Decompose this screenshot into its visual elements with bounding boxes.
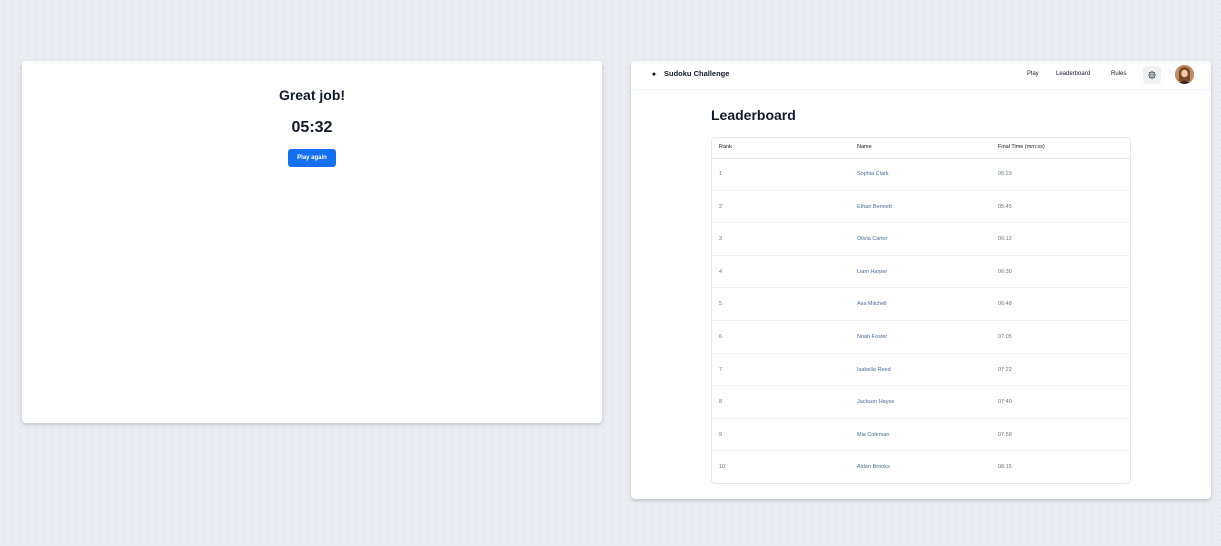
table-header: Rank Name Final Time (mm:ss) <box>712 138 1130 159</box>
rank-cell: 3 <box>719 236 723 243</box>
column-header-time[interactable]: Final Time (mm:ss) <box>998 144 1045 150</box>
leaderboard-table: Rank Name Final Time (mm:ss) 1 Sophia Cl… <box>711 137 1131 484</box>
play-again-button[interactable]: Play again <box>288 149 336 167</box>
column-header-name[interactable]: Name <box>857 144 872 150</box>
player-name-link[interactable]: Sophia Clark <box>857 171 889 177</box>
player-name-link[interactable]: Noah Foster <box>857 334 887 340</box>
time-cell: 07:22 <box>998 366 1012 373</box>
table-body: 1 Sophia Clark 05:23 2 Ethan Bennett 05:… <box>712 158 1130 483</box>
table-row: 6 Noah Foster 07:05 <box>712 321 1130 354</box>
time-cell: 05:23 <box>998 171 1012 177</box>
rank-cell: 4 <box>719 268 723 275</box>
brand-title: Sudoku Challenge <box>664 69 730 78</box>
time-cell: 05:45 <box>998 203 1012 210</box>
nav-rules[interactable]: Rules <box>1111 71 1126 77</box>
nav-leaderboard[interactable]: Leaderboard <box>1056 71 1090 77</box>
table-row: 10 Aiden Brooks 08:15 <box>712 451 1130 483</box>
avatar[interactable] <box>1175 65 1194 84</box>
rank-cell: 2 <box>719 203 723 210</box>
time-cell: 07:40 <box>998 399 1012 406</box>
time-cell: 07:58 <box>998 431 1012 438</box>
rank-cell: 5 <box>719 301 723 308</box>
time-cell: 06:30 <box>998 268 1012 275</box>
page-title: Leaderboard <box>711 107 796 123</box>
player-name-link[interactable]: Olivia Carter <box>857 236 888 242</box>
game-complete-panel: Great job! 05:32 Play again <box>22 61 602 423</box>
time-cell: 06:48 <box>998 301 1012 308</box>
player-name-link[interactable]: Jackson Hayes <box>857 399 894 405</box>
sparkle-icon: ✦ <box>650 70 658 79</box>
leaderboard-panel: ✦ Sudoku Challenge Play Leaderboard Rule… <box>631 61 1211 499</box>
player-name-link[interactable]: Ava Mitchell <box>857 301 887 307</box>
rank-cell: 6 <box>719 333 723 340</box>
result-title: Great job! <box>278 87 346 103</box>
gear-icon <box>1147 70 1157 80</box>
time-cell: 08:15 <box>998 464 1012 471</box>
rank-cell: 1 <box>719 171 723 177</box>
table-row: 9 Mia Coleman 07:58 <box>712 419 1130 452</box>
player-name-link[interactable]: Liam Harper <box>857 269 887 275</box>
table-row: 8 Jackson Hayes 07:40 <box>712 386 1130 419</box>
time-cell: 07:05 <box>998 333 1012 340</box>
table-row: 3 Olivia Carter 06:12 <box>712 223 1130 256</box>
column-header-rank[interactable]: Rank <box>719 144 732 150</box>
user-avatar-icon <box>1175 65 1194 84</box>
player-name-link[interactable]: Isabella Reed <box>857 367 891 373</box>
table-row: 7 Isabella Reed 07:22 <box>712 354 1130 387</box>
table-row: 2 Ethan Bennett 05:45 <box>712 191 1130 224</box>
result-time: 05:32 <box>291 119 333 136</box>
player-name-link[interactable]: Mia Coleman <box>857 432 889 438</box>
settings-button[interactable] <box>1143 66 1161 84</box>
nav-play[interactable]: Play <box>1027 71 1039 77</box>
rank-cell: 10 <box>719 464 726 471</box>
top-navbar: ✦ Sudoku Challenge Play Leaderboard Rule… <box>631 61 1211 90</box>
time-cell: 06:12 <box>998 236 1012 243</box>
player-name-link[interactable]: Ethan Bennett <box>857 204 892 210</box>
rank-cell: 8 <box>719 399 723 406</box>
player-name-link[interactable]: Aiden Brooks <box>857 464 890 470</box>
table-row: 5 Ava Mitchell 06:48 <box>712 288 1130 321</box>
table-row: 4 Liam Harper 06:30 <box>712 256 1130 289</box>
rank-cell: 9 <box>719 431 723 438</box>
table-row: 1 Sophia Clark 05:23 <box>712 158 1130 191</box>
rank-cell: 7 <box>719 366 723 373</box>
